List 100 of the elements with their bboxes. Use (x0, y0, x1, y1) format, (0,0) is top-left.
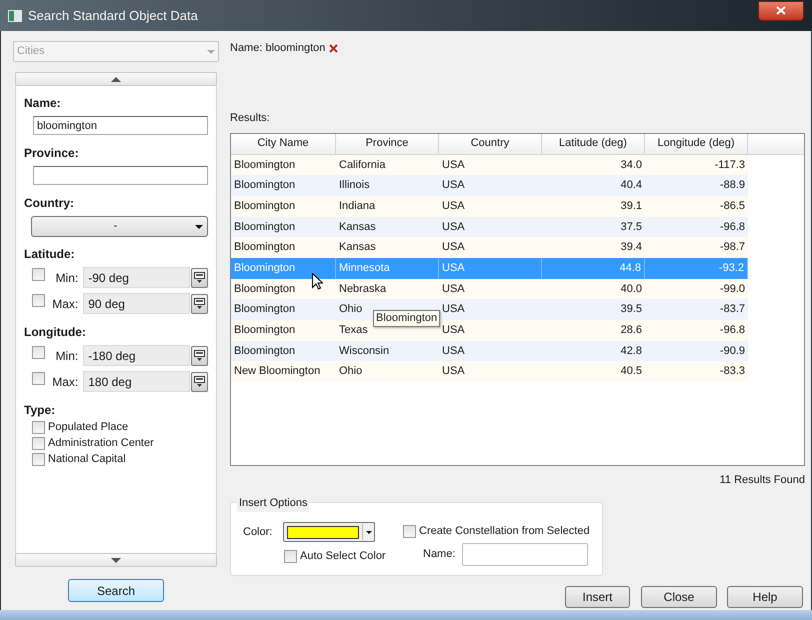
table-row[interactable]: Bloomington Kansas USA 37.5 -96.8 (231, 216, 748, 238)
picker-icon (194, 376, 205, 388)
table-cell-text: -86.5 (720, 198, 745, 214)
range-label: Longitude: (24, 324, 87, 341)
table-row[interactable]: Bloomington Kansas USA 39.4 -98.7 (231, 237, 748, 258)
color-label: Color: (243, 524, 272, 540)
checkbox[interactable] (32, 436, 45, 450)
type-option: Administration Center (48, 434, 154, 452)
caret-icon (366, 530, 372, 534)
country-label: Country: (24, 195, 75, 212)
table-cell-text: Ohio (339, 302, 362, 318)
color-picker[interactable] (283, 522, 376, 542)
table-row[interactable]: Bloomington Illinois USA 40.4 -88.9 (231, 175, 748, 196)
table-cell-text: 44.8 (620, 261, 641, 276)
bound-label: Max: (51, 296, 78, 312)
table-cell-text: USA (442, 261, 465, 276)
results-count: 11 Results Found (720, 472, 805, 488)
close-button[interactable] (758, 0, 804, 20)
column-header[interactable]: Longitude (deg) (645, 134, 748, 154)
name-field[interactable] (462, 543, 588, 566)
bound-field[interactable]: -90 deg (83, 267, 190, 288)
checkbox[interactable] (32, 420, 45, 434)
table-cell-text: Bloomington (234, 344, 296, 359)
table-row[interactable]: Bloomington California USA 34.0 -117.3 (231, 154, 748, 176)
checkbox[interactable] (403, 524, 416, 538)
down-arrow-icon (111, 558, 121, 562)
bound-label: Max: (51, 374, 78, 390)
table-cell-text: Indiana (339, 198, 376, 214)
checkbox[interactable] (32, 268, 45, 282)
bound-field[interactable]: 90 deg (83, 293, 190, 314)
table-cell-text: -99.0 (720, 282, 745, 297)
table-cell-text: USA (442, 158, 465, 173)
results-label: Results: (230, 111, 271, 126)
table-row[interactable]: Bloomington Wisconsin USA 42.8 -90.9 (231, 340, 748, 362)
table-row[interactable]: New Bloomington Ohio USA 40.5 -83.3 (231, 361, 748, 382)
table-cell-text: USA (442, 178, 465, 194)
tooltip: Bloomington (373, 310, 440, 326)
column-header[interactable]: City Name (231, 134, 336, 154)
dialog-button[interactable]: Help (727, 586, 803, 608)
table-cell-text: -117.3 (714, 158, 745, 173)
table-cell-text: California (339, 158, 386, 173)
name-field[interactable]: bloomington (33, 116, 208, 135)
table-cell-text: USA (442, 302, 465, 318)
table-cell-text: Bloomington (234, 198, 296, 214)
country-dropdown[interactable]: - (31, 216, 208, 237)
close-icon (776, 6, 786, 15)
name-label: Name: (423, 547, 456, 562)
column-header[interactable]: Province (336, 134, 439, 154)
table-row[interactable]: Bloomington Nebraska USA 40.0 -99.0 (231, 278, 748, 300)
table-cell-text: Texas (339, 323, 368, 338)
table-cell-text: USA (442, 198, 465, 214)
table-cell-text: 40.0 (620, 282, 642, 297)
picker-button[interactable] (191, 372, 208, 392)
dialog-button[interactable]: Insert (565, 586, 630, 608)
table-cell-text: Bloomington (234, 220, 296, 235)
table-cell-text: Bloomington (234, 302, 296, 318)
picker-button[interactable] (191, 294, 208, 314)
type-label: Type: (24, 402, 56, 419)
checkbox[interactable] (32, 372, 45, 386)
bound-field[interactable]: 180 deg (83, 371, 190, 392)
table-cell-text: Minnesota (339, 261, 390, 276)
bound-field[interactable]: -180 deg (83, 345, 190, 366)
table-cell-text: Bloomington (234, 178, 296, 194)
checkbox[interactable] (32, 346, 45, 360)
table-cell-text: Kansas (339, 240, 376, 256)
table-cell-text: -96.8 (720, 323, 745, 338)
scroll-up-button[interactable] (15, 72, 217, 86)
table-cell-text: Bloomington (234, 282, 296, 297)
checkbox[interactable] (32, 452, 45, 466)
checkbox[interactable] (32, 294, 45, 308)
filter-text: Name: bloomington (230, 40, 326, 56)
remove-icon[interactable] (329, 44, 338, 52)
dialog-button[interactable]: Close (641, 586, 717, 608)
column-header[interactable]: Latitude (deg) (542, 134, 645, 154)
table-cell-text: USA (442, 344, 465, 359)
table-row[interactable]: Bloomington Indiana USA 39.1 -86.5 (231, 196, 748, 217)
province-field[interactable] (33, 166, 208, 185)
picker-icon (194, 298, 205, 310)
table-cell-text: -88.9 (720, 178, 745, 194)
search-button[interactable]: Search (68, 579, 164, 602)
picker-icon (194, 350, 205, 362)
name-label: Name: (24, 95, 62, 112)
checkbox[interactable] (284, 550, 297, 563)
table-cell-text: -83.3 (720, 364, 745, 380)
table-cell-text: Wisconsin (339, 344, 390, 359)
constellation-label: Create Constellation from Selected (419, 524, 590, 539)
table-cell-text: Ohio (339, 364, 362, 380)
scroll-down-button[interactable] (15, 553, 217, 567)
table-cell-text: Bloomington (234, 240, 296, 256)
table-cell-text: -98.7 (720, 240, 745, 256)
picker-button[interactable] (191, 346, 208, 366)
picker-button[interactable] (191, 268, 208, 288)
table-cell-text: -96.8 (720, 220, 745, 235)
table-cell-text: -93.2 (718, 261, 744, 276)
table-cell-text: 28.6 (620, 323, 642, 338)
column-header[interactable]: Country (439, 134, 542, 154)
type-option: Populated Place (48, 418, 128, 436)
cursor-icon (312, 272, 323, 290)
table-cell-text: USA (442, 323, 465, 338)
auto-select-label: Auto Select Color (300, 549, 386, 564)
